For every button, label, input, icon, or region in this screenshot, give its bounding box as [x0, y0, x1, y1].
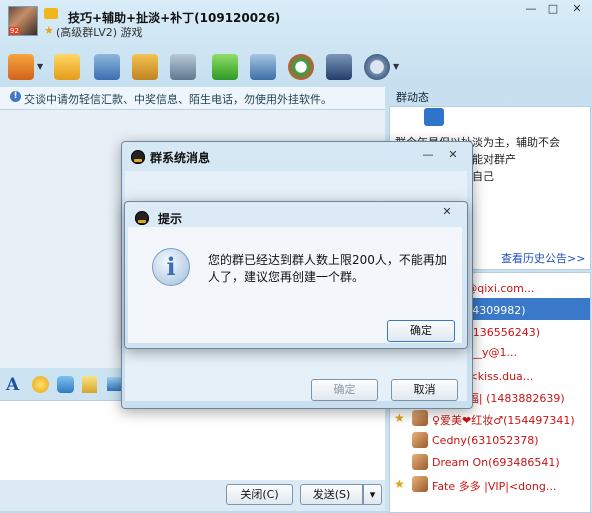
group-avatar[interactable]: 92: [8, 6, 38, 36]
send-options-dropdown[interactable]: ▾: [363, 484, 382, 505]
sys-ok-button[interactable]: 确定: [311, 379, 378, 401]
member-avatar: [412, 410, 428, 426]
member-avatar: [412, 476, 428, 492]
member-avatar: [412, 432, 428, 448]
member-item[interactable]: Cedny(631052378): [390, 430, 590, 452]
member-item[interactable]: ★ Fate 多多 |VIP|<dong...: [390, 474, 590, 496]
star-icon: ★: [44, 24, 54, 37]
plus-app-icon[interactable]: [212, 54, 238, 80]
tools-icon[interactable]: [250, 54, 276, 80]
message-input[interactable]: [0, 400, 385, 481]
history-announcements-link[interactable]: 查看历史公告>>: [501, 250, 585, 266]
chevron-down-icon[interactable]: ▼: [393, 62, 399, 71]
film-icon[interactable]: [94, 54, 120, 80]
member-name: Fate 多多 |VIP|<dong...: [432, 480, 557, 493]
member-item[interactable]: Dream On(693486541): [390, 452, 590, 474]
qq-penguin-icon: [135, 211, 149, 225]
close-button[interactable]: 关闭(C): [226, 484, 293, 505]
gear-icon[interactable]: [364, 54, 390, 80]
admin-star-icon: ★: [394, 477, 405, 491]
home-icon[interactable]: [8, 54, 34, 80]
tip-dialog-title: 提示: [158, 212, 183, 226]
officer-icon[interactable]: [326, 54, 352, 80]
avatar-badge: 92: [9, 27, 20, 35]
safety-notice-text: 交谈中请勿轻信汇款、中奖信息、陌生电话，勿使用外挂软件。: [24, 93, 332, 106]
group-subtitle: (高级群LV2) 游戏: [56, 26, 143, 39]
qq-s-icon[interactable]: [288, 54, 314, 80]
chevron-down-icon[interactable]: ▼: [37, 62, 43, 71]
tip-ok-button[interactable]: 确定: [387, 320, 455, 342]
info-icon: i: [152, 248, 190, 286]
pin-icon: [424, 108, 444, 126]
info-shield-icon: !: [10, 91, 21, 102]
member-item[interactable]: ★ ♀爱美❤红妆♂(154497341): [390, 408, 590, 430]
magic-face-icon[interactable]: [57, 376, 74, 393]
sys-dialog-title: 群系统消息: [150, 151, 211, 165]
sys-cancel-button[interactable]: 取消: [391, 379, 458, 401]
group-dynamics-title: 群动态: [396, 91, 429, 104]
folder-icon[interactable]: [54, 54, 80, 80]
member-name: Dream On(693486541): [432, 456, 560, 469]
pen-icon[interactable]: [82, 376, 97, 393]
close-window-button[interactable]: ✕: [564, 0, 590, 18]
sys-close-button[interactable]: ✕: [442, 146, 464, 164]
admin-star-icon: ★: [394, 411, 405, 425]
tip-message: 您的群已经达到群人数上限200人，不能再加人了，建议您再创建一个群。: [208, 253, 447, 284]
crown-icon: [44, 8, 58, 19]
qq-penguin-icon: [131, 150, 145, 164]
member-avatar: [412, 454, 428, 470]
member-name: Cedny(631052378): [432, 434, 539, 447]
sys-minimize-button[interactable]: —: [418, 146, 438, 164]
tip-close-button[interactable]: ✕: [436, 203, 458, 221]
album-icon[interactable]: [170, 54, 196, 80]
emoji-icon[interactable]: [32, 376, 49, 393]
font-icon[interactable]: A: [6, 375, 19, 395]
send-button[interactable]: 发送(S): [300, 484, 363, 505]
minimize-button[interactable]: —: [520, 0, 542, 18]
maximize-button[interactable]: □: [542, 0, 564, 18]
member-name: ♀爱美❤红妆♂(154497341): [432, 414, 575, 427]
photo-icon[interactable]: [132, 54, 158, 80]
